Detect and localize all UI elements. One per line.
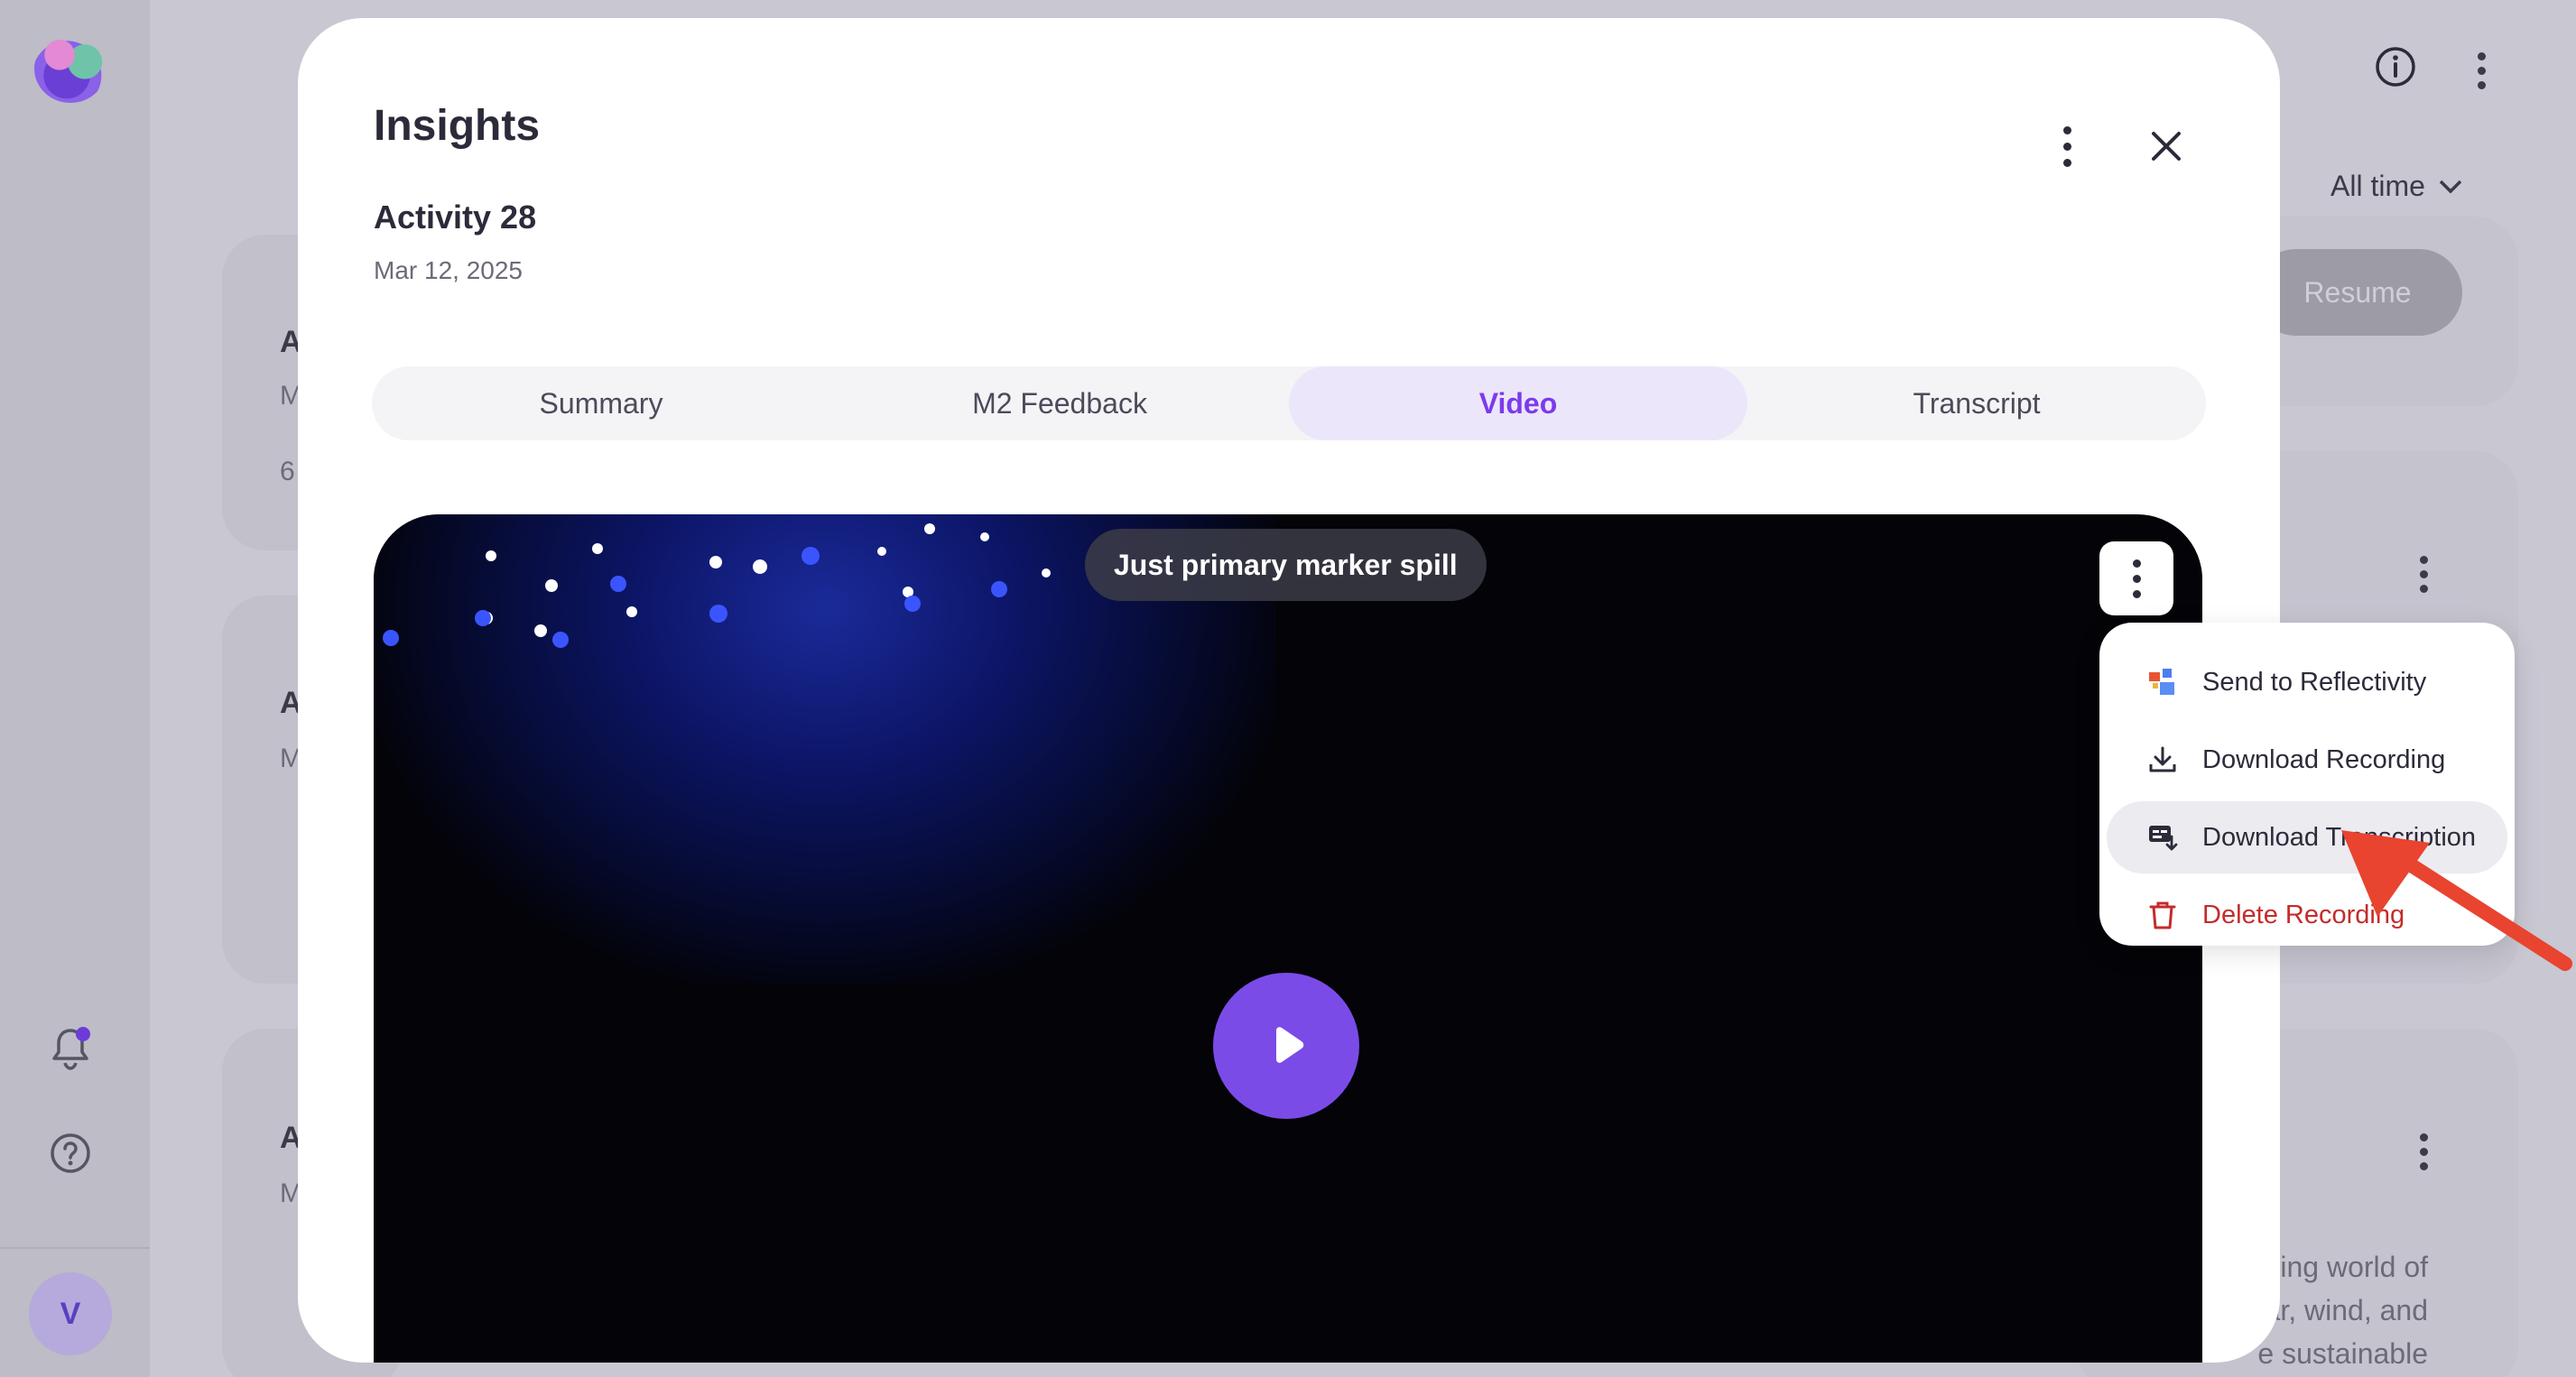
- play-icon: [1276, 1027, 1304, 1063]
- video-light: [924, 523, 935, 534]
- menu-item-download-recording[interactable]: Download Recording: [2107, 724, 2507, 796]
- video-player[interactable]: Just primary marker spill: [374, 514, 2202, 1363]
- video-title-pill: Just primary marker spill: [1085, 529, 1487, 601]
- modal-more-options-icon[interactable]: [2042, 112, 2092, 180]
- chevron-down-icon: [2439, 180, 2462, 193]
- tab-transcript[interactable]: Transcript: [1747, 366, 2206, 440]
- menu-item-label: Delete Recording: [2202, 900, 2405, 929]
- video-light: [709, 605, 727, 623]
- modal-title: Insights: [374, 102, 541, 150]
- video-light: [626, 606, 637, 617]
- video-light: [610, 576, 626, 592]
- notification-bell-icon[interactable]: [45, 1023, 96, 1074]
- download-icon: [2146, 744, 2179, 776]
- resume-button[interactable]: Resume: [2253, 249, 2462, 336]
- close-icon[interactable]: [2132, 112, 2201, 180]
- play-button[interactable]: [1213, 973, 1359, 1119]
- trash-icon: [2146, 899, 2179, 931]
- download-transcript-icon: [2146, 821, 2179, 854]
- video-light: [534, 624, 547, 637]
- reflectivity-logo-icon: [2146, 666, 2179, 698]
- bg-card-small: 6: [280, 457, 295, 486]
- video-light: [709, 556, 722, 568]
- video-light: [980, 532, 989, 541]
- card-more-icon[interactable]: [2420, 556, 2428, 593]
- video-light: [1042, 568, 1051, 578]
- video-light: [991, 581, 1007, 597]
- info-icon[interactable]: [2370, 42, 2421, 92]
- tab-m2-feedback[interactable]: M2 Feedback: [830, 366, 1289, 440]
- left-rail: V: [0, 0, 150, 1377]
- video-options-menu: Send to Reflectivity Download Recording …: [2099, 623, 2515, 946]
- video-options-button[interactable]: [2099, 541, 2173, 615]
- help-icon[interactable]: [45, 1128, 96, 1178]
- menu-item-label: Download Recording: [2202, 744, 2446, 774]
- video-light: [592, 543, 603, 554]
- video-light: [486, 550, 496, 561]
- menu-item-label: Download Transcription: [2202, 822, 2477, 852]
- video-light: [904, 596, 921, 612]
- tab-summary[interactable]: Summary: [372, 366, 830, 440]
- video-light: [545, 579, 558, 592]
- video-light: [475, 610, 491, 626]
- time-filter-dropdown[interactable]: All time: [2330, 170, 2463, 203]
- card-more-icon[interactable]: [2420, 1133, 2428, 1170]
- menu-item-label: Send to Reflectivity: [2202, 667, 2427, 697]
- activity-date: Mar 12, 2025: [374, 256, 523, 284]
- menu-item-delete-recording[interactable]: Delete Recording: [2107, 879, 2507, 951]
- video-light: [753, 559, 767, 574]
- more-options-icon[interactable]: [2478, 52, 2486, 89]
- time-filter-label: All time: [2330, 170, 2425, 202]
- menu-item-download-transcription[interactable]: Download Transcription: [2107, 801, 2507, 873]
- app-logo-icon: [34, 34, 107, 103]
- menu-item-send-to-reflectivity[interactable]: Send to Reflectivity: [2107, 646, 2507, 718]
- insights-modal: Insights Activity 28 Mar 12, 2025 Summar…: [298, 18, 2280, 1363]
- user-avatar[interactable]: V: [29, 1272, 112, 1355]
- activity-title: Activity 28: [374, 199, 537, 236]
- video-light: [383, 630, 399, 646]
- video-light: [877, 547, 886, 556]
- insights-tabs: Summary M2 Feedback Video Transcript: [372, 366, 2206, 440]
- video-light: [552, 632, 569, 648]
- tab-video[interactable]: Video: [1289, 366, 1747, 440]
- video-light: [802, 547, 820, 565]
